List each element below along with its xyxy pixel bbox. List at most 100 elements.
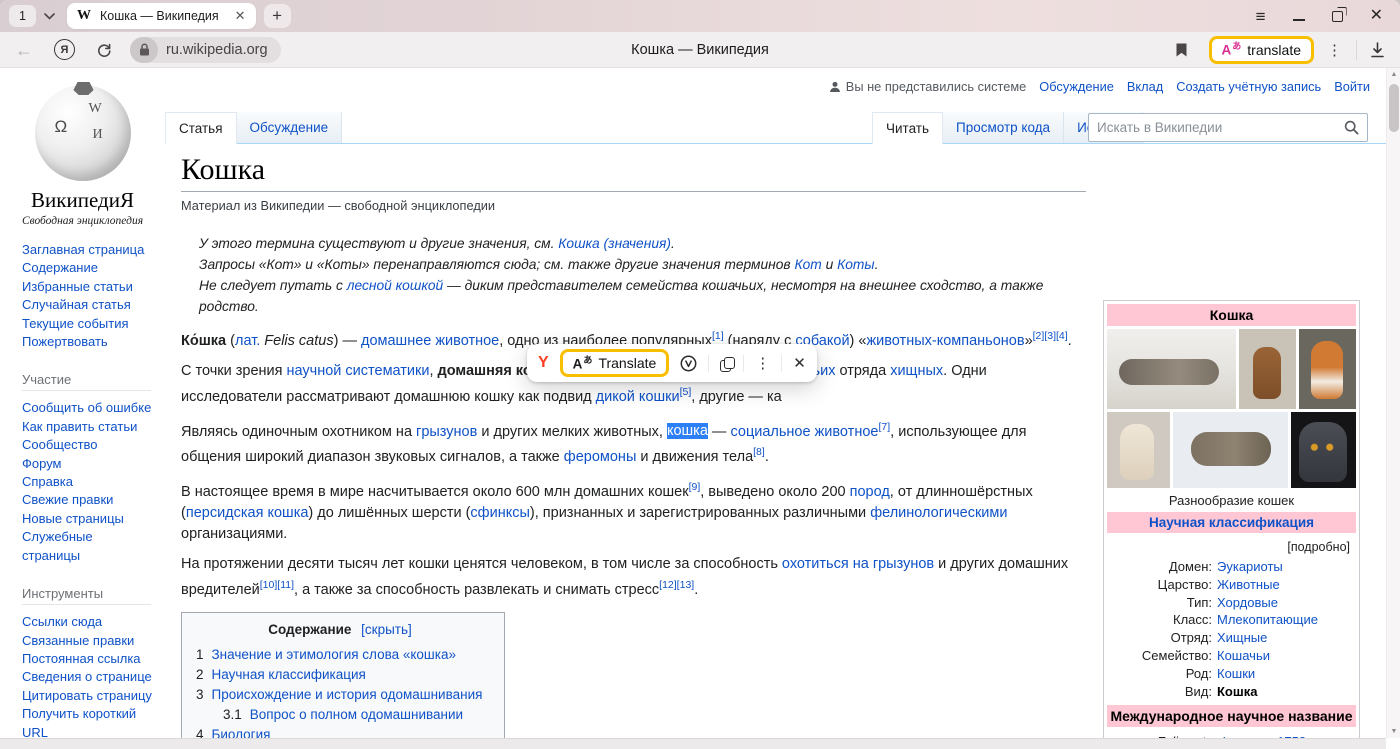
taxonomy-value[interactable]: Млекопитающие xyxy=(1217,611,1318,629)
toolbar-more-icon[interactable]: ⋮ xyxy=(1327,41,1342,59)
wiki-link[interactable]: пород xyxy=(850,484,890,500)
reference-link[interactable]: [12][13] xyxy=(659,579,694,591)
page-tab[interactable]: Статья xyxy=(165,112,237,144)
popup-close-icon[interactable]: ✕ xyxy=(793,354,806,372)
classification-detail-link[interactable]: [подробно] xyxy=(1107,536,1356,557)
voice-read-icon[interactable] xyxy=(680,355,697,372)
sidebar-link[interactable]: Избранные статьи xyxy=(22,278,152,296)
reference-link[interactable]: [10][11] xyxy=(260,579,294,591)
wiki-link[interactable]: животных-компаньонов xyxy=(866,333,1024,349)
wiki-link[interactable]: грызунов xyxy=(416,423,477,439)
wiki-link[interactable]: дикой кошки xyxy=(596,389,680,405)
toc-item[interactable]: 3.1Вопрос о полном одомашнивании xyxy=(196,705,484,725)
page-tab[interactable]: Обсуждение xyxy=(237,112,343,143)
reload-icon[interactable] xyxy=(96,42,112,58)
reference-link[interactable]: [5] xyxy=(680,386,692,398)
toc-link[interactable]: Происхождение и история одомашнивания xyxy=(212,685,483,705)
wiki-link[interactable]: научной систематики xyxy=(287,363,430,379)
user-link[interactable]: Обсуждение xyxy=(1039,79,1114,94)
sidebar-link[interactable]: Постоянная ссылка xyxy=(22,650,152,668)
toc-item[interactable]: 3Происхождение и история одомашнивания xyxy=(196,685,484,705)
search-icon[interactable] xyxy=(1344,120,1359,135)
minimize-icon[interactable] xyxy=(1293,19,1305,21)
tab-counter[interactable]: 1 xyxy=(9,5,36,27)
user-link[interactable]: Вклад xyxy=(1127,79,1163,94)
sidebar-link[interactable]: Форум xyxy=(22,455,152,473)
user-link[interactable]: Создать учётную запись xyxy=(1176,79,1321,94)
taxonomy-value[interactable]: Хищные xyxy=(1217,629,1267,647)
wiki-link[interactable]: хищных xyxy=(890,363,943,379)
restore-window-icon[interactable] xyxy=(1332,11,1343,22)
wiki-link[interactable]: сфинксы xyxy=(470,505,529,521)
browser-tab-active[interactable]: W Кошка — Википедия ✕ xyxy=(67,3,256,29)
vertical-scrollbar[interactable]: ▲ ▼ xyxy=(1386,68,1400,738)
wiki-link[interactable]: социальное животное xyxy=(730,423,878,439)
sidebar-link[interactable]: Получить короткий URL xyxy=(22,705,152,742)
wiki-link[interactable]: лесной кошкой xyxy=(347,278,443,293)
yandex-logo-icon[interactable]: Y xyxy=(538,354,549,372)
sidebar-link[interactable]: Сообщество xyxy=(22,436,152,454)
user-link[interactable]: Войти xyxy=(1334,79,1370,94)
sidebar-link[interactable]: Сообщить об ошибке xyxy=(22,399,152,417)
close-window-icon[interactable]: ✕ xyxy=(1370,8,1383,24)
scroll-down-icon[interactable]: ▼ xyxy=(1387,728,1400,735)
sidebar-link[interactable]: Содержание xyxy=(22,259,152,277)
scrollbar-thumb[interactable] xyxy=(1389,84,1399,132)
toolbar-translate-button[interactable]: Aあ translate xyxy=(1209,36,1314,64)
menu-icon[interactable]: ≡ xyxy=(1256,8,1266,25)
reference-link[interactable]: [7] xyxy=(878,421,890,433)
page-tab[interactable]: Читать xyxy=(872,112,943,144)
tab-close-icon[interactable]: ✕ xyxy=(235,8,246,24)
wiki-link[interactable]: лат. xyxy=(235,333,260,349)
wiki-link[interactable]: феромоны xyxy=(564,449,637,465)
wiki-link[interactable]: Коты xyxy=(837,257,874,272)
sidebar-link[interactable]: Заглавная страница xyxy=(22,241,152,259)
address-bar[interactable]: ru.wikipedia.org xyxy=(130,37,281,63)
page-tab[interactable]: Просмотр кода xyxy=(943,112,1064,143)
taxonomy-value[interactable]: Кошки xyxy=(1217,665,1255,683)
sidebar-link[interactable]: Текущие события xyxy=(22,315,152,333)
sidebar-link[interactable]: Справка xyxy=(22,473,152,491)
sidebar-link[interactable]: Связанные правки xyxy=(22,632,152,650)
taxonomy-value[interactable]: Животные xyxy=(1217,576,1280,594)
yandex-browser-icon[interactable]: Я xyxy=(54,39,75,60)
sidebar-link[interactable]: Сведения о странице xyxy=(22,668,152,686)
back-icon[interactable]: ← xyxy=(15,41,33,59)
new-tab-button[interactable]: + xyxy=(264,4,291,28)
popup-more-icon[interactable]: ⋮ xyxy=(755,354,770,372)
taxonomy-value[interactable]: Кошачьи xyxy=(1217,647,1270,665)
sidebar-link[interactable]: Новые страницы xyxy=(22,510,152,528)
wiki-link[interactable]: Кот xyxy=(794,257,821,272)
copy-icon[interactable] xyxy=(720,357,732,370)
sidebar-link[interactable]: Служебные страницы xyxy=(22,528,152,565)
sidebar-link[interactable]: Ссылки сюда xyxy=(22,613,152,631)
wikipedia-logo[interactable]: Ω W И xyxy=(35,85,131,181)
wiki-link[interactable]: фелинологическими xyxy=(870,505,1007,521)
toc-hide-link[interactable]: [скрыть] xyxy=(361,622,412,637)
reference-link[interactable]: [9] xyxy=(689,481,701,493)
download-icon[interactable] xyxy=(1370,42,1385,58)
scroll-up-icon[interactable]: ▲ xyxy=(1387,71,1400,78)
toc-item[interactable]: 2Научная классификация xyxy=(196,665,484,685)
sidebar-link[interactable]: Свежие правки xyxy=(22,491,152,509)
wiki-link[interactable]: охотиться на грызунов xyxy=(782,556,934,572)
wiki-link[interactable]: персидская кошка xyxy=(186,505,309,521)
sidebar-link[interactable]: Цитировать страницу xyxy=(22,687,152,705)
lock-icon[interactable] xyxy=(130,37,158,63)
bookmark-icon[interactable] xyxy=(1175,42,1188,58)
reference-link[interactable]: [2][3][4] xyxy=(1033,330,1068,342)
sidebar-link[interactable]: Случайная статья xyxy=(22,296,152,314)
tabs-chevron-down-icon[interactable] xyxy=(36,5,62,27)
popup-translate-button[interactable]: Aあ Translate xyxy=(560,349,670,377)
sidebar-link[interactable]: Как править статьи xyxy=(22,418,152,436)
toc-link[interactable]: Значение и этимология слова «кошка» xyxy=(212,645,456,665)
toc-link[interactable]: Научная классификация xyxy=(212,665,366,685)
toc-link[interactable]: Вопрос о полном одомашнивании xyxy=(250,705,463,725)
horizontal-scrollbar[interactable] xyxy=(0,738,1386,749)
wiki-link[interactable]: Кошка (значения) xyxy=(558,236,671,251)
taxonomy-value[interactable]: Эукариоты xyxy=(1217,558,1283,576)
wiki-link[interactable]: домашнее животное xyxy=(361,333,499,349)
toc-item[interactable]: 1Значение и этимология слова «кошка» xyxy=(196,645,484,665)
reference-link[interactable]: [1] xyxy=(712,330,724,342)
sidebar-link[interactable]: Пожертвовать xyxy=(22,333,152,351)
